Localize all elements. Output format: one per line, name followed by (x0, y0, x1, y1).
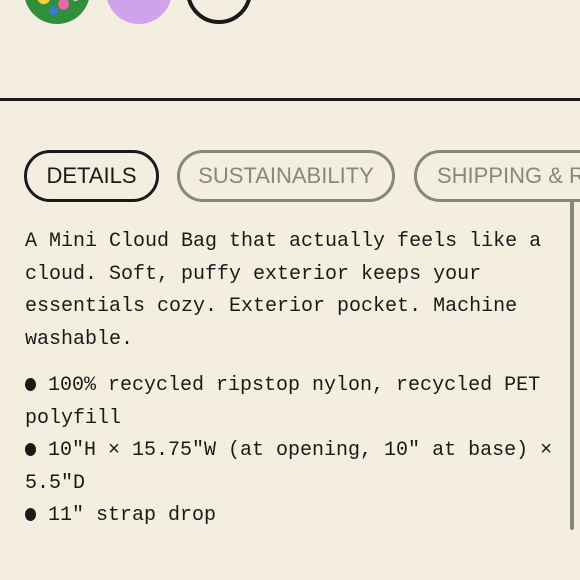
bullet-icon (25, 378, 36, 391)
scrollbar[interactable] (570, 200, 574, 530)
color-swatch-floral[interactable] (24, 0, 90, 24)
tab-details[interactable]: DETAILS (24, 150, 159, 202)
product-tabs: DETAILS SUSTAINABILITY SHIPPING & R (24, 150, 580, 202)
tab-shipping-returns[interactable]: SHIPPING & R (414, 150, 580, 202)
color-swatch-lavender[interactable] (106, 0, 172, 24)
spec-list: 100% recycled ripstop nylon, recycled PE… (25, 370, 560, 533)
spec-text: 10"H × 15.75"W (at opening, 10" at base)… (25, 439, 553, 495)
tab-sustainability[interactable]: SUSTAINABILITY (177, 150, 395, 202)
details-panel: A Mini Cloud Bag that actually feels lik… (25, 226, 560, 533)
spec-item: 10"H × 15.75"W (at opening, 10" at base)… (25, 435, 560, 500)
spec-item: 100% recycled ripstop nylon, recycled PE… (25, 370, 560, 435)
bullet-icon (25, 443, 36, 456)
color-swatch-selected[interactable] (186, 0, 252, 24)
spec-text: 11" strap drop (48, 504, 217, 527)
bullet-icon (25, 508, 36, 521)
spec-text: 100% recycled ripstop nylon, recycled PE… (25, 374, 541, 430)
spec-item: 11" strap drop (25, 500, 560, 533)
section-divider (0, 98, 580, 101)
product-description: A Mini Cloud Bag that actually feels lik… (25, 230, 542, 351)
